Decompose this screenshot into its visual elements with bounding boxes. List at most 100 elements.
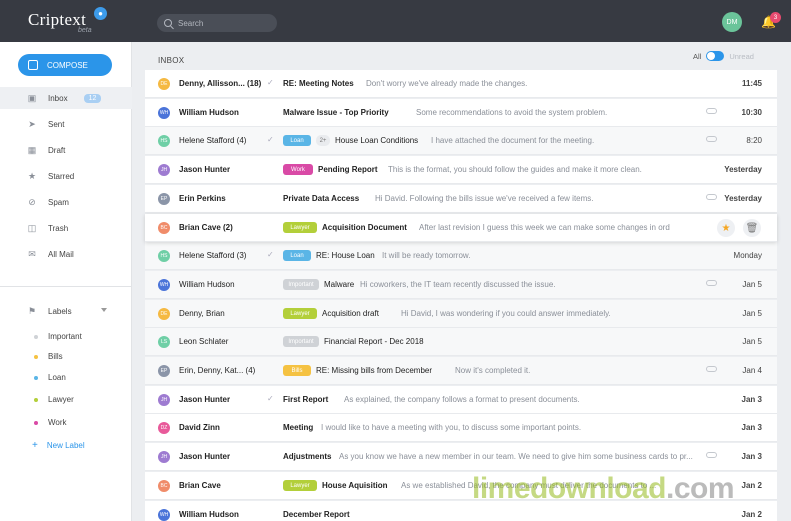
- email-subject: House Aquisition: [322, 481, 388, 490]
- delete-button[interactable]: 🗑: [743, 219, 761, 237]
- email-row[interactable]: EP Erin, Denny, Kat... (4) Bills RE: Missin…: [145, 357, 777, 385]
- sender-name: Jason Hunter: [179, 452, 231, 461]
- label-item-bills[interactable]: Bills: [34, 352, 63, 361]
- email-preview: Hi coworkers, the IT team recently discu…: [360, 280, 556, 289]
- email-row[interactable]: DE Denny, Allisson... (18) ✓ RE: Meeting No…: [145, 70, 777, 98]
- sender-avatar: BC: [158, 480, 170, 492]
- email-subject: First Report: [283, 395, 329, 404]
- top-bar: Criptext beta ● DM 🔔 3: [0, 0, 791, 42]
- attachment-icon: [706, 452, 717, 458]
- email-label-tag: Loan: [283, 135, 311, 146]
- label-item-important[interactable]: Important: [34, 332, 82, 341]
- search-input[interactable]: [178, 18, 268, 28]
- email-row[interactable]: LS Leon Schlater Important Financial Report…: [145, 328, 777, 356]
- labels-header[interactable]: ⚑ Labels: [27, 306, 72, 316]
- sender-avatar: DE: [158, 308, 170, 320]
- star-button[interactable]: ★: [717, 219, 735, 237]
- spam-icon: ⊘: [28, 197, 36, 207]
- email-row[interactable]: HS Helene Stafford (4) ✓ Loan 2+ House Loan C…: [145, 127, 777, 155]
- sidebar-item-label: All Mail: [48, 249, 74, 259]
- label-item-work[interactable]: Work: [34, 418, 67, 427]
- email-row[interactable]: WH William Hudson Malware Issue - Top Prio…: [145, 99, 777, 127]
- email-date: Jan 2: [741, 510, 762, 519]
- email-subject: RE: Meeting Notes: [283, 79, 354, 88]
- attachment-icon: [706, 136, 717, 142]
- sidebar-item-all-mail[interactable]: ✉ All Mail: [0, 243, 132, 265]
- sidebar-item-label: Draft: [48, 145, 66, 155]
- sidebar-item-sent[interactable]: ➤ Sent: [0, 113, 132, 135]
- sender-name: William Hudson: [179, 510, 239, 519]
- label-item-lawyer[interactable]: Lawyer: [34, 395, 74, 404]
- sidebar-item-draft[interactable]: ▦ Draft: [0, 139, 132, 161]
- sidebar-item-starred[interactable]: ★ Starred: [0, 165, 132, 187]
- sidebar-item-label: Sent: [48, 119, 65, 129]
- sender-name: Leon Schlater: [179, 337, 229, 346]
- email-subject: Adjustments: [283, 452, 332, 461]
- compose-button[interactable]: COMPOSE: [18, 54, 112, 76]
- search-box[interactable]: [157, 14, 277, 32]
- sender-avatar: EP: [158, 365, 170, 377]
- email-preview: Don't worry we've already made the chang…: [366, 79, 528, 88]
- sender-avatar: HS: [158, 250, 170, 262]
- sidebar-item-trash[interactable]: ◫ Trash: [0, 217, 132, 239]
- email-date: Jan 3: [741, 395, 762, 404]
- email-label-tag: Lawyer: [283, 222, 317, 233]
- email-subject: RE: Missing bills from December: [316, 366, 433, 375]
- sender-name: Erin Perkins: [179, 194, 226, 203]
- email-row[interactable]: HS Helene Stafford (3) ✓ Loan RE: House Loan…: [145, 242, 777, 270]
- email-date: Yesterday: [724, 165, 762, 174]
- new-label-link[interactable]: + New Label: [32, 440, 85, 451]
- email-subject: December Report: [283, 510, 350, 519]
- inbox-icon: ▣: [27, 93, 37, 103]
- extra-labels-count: 2+: [316, 135, 330, 146]
- replied-check-icon: ✓: [267, 135, 274, 144]
- sidebar-item-inbox[interactable]: ▣ Inbox 12: [0, 87, 132, 109]
- attachment-icon: [706, 366, 717, 372]
- email-subject: Acquisition draft: [322, 309, 379, 318]
- email-label-tag: Loan: [283, 250, 311, 261]
- email-subject: Malware Issue - Top Priority: [283, 108, 389, 117]
- email-row[interactable]: JH Jason Hunter ✓ First Report As explained,…: [145, 386, 777, 414]
- label-dot: [34, 334, 38, 339]
- sidebar-item-label: Trash: [48, 223, 69, 233]
- email-preview: It will be ready tomorrow.: [382, 251, 471, 260]
- email-subject: Meeting: [283, 423, 314, 432]
- replied-check-icon: ✓: [267, 250, 274, 259]
- email-preview: I would like to have a meeting with you,…: [321, 423, 582, 432]
- search-icon: [164, 19, 172, 27]
- tag-icon: ⚑: [27, 306, 37, 316]
- sender-name: Erin, Denny, Kat... (4): [179, 366, 256, 375]
- email-row[interactable]: JH Jason Hunter Work Pending Report This is …: [145, 156, 777, 184]
- attachment-icon: [706, 108, 717, 114]
- draft-icon: ▦: [27, 145, 37, 155]
- replied-check-icon: ✓: [267, 78, 274, 87]
- email-row[interactable]: DE Denny, Brian Lawyer Acquisition draft Hi …: [145, 300, 777, 328]
- email-row[interactable]: WH William Hudson Important Malware Hi cowor…: [145, 271, 777, 299]
- email-subject: RE: House Loan: [316, 251, 375, 260]
- email-preview: After last revision I guess this week we…: [419, 223, 670, 232]
- email-label-tag: Important: [283, 336, 319, 347]
- unread-filter[interactable]: All Unread: [693, 51, 754, 61]
- label-dot: [34, 397, 38, 402]
- email-row[interactable]: EP Erin Perkins Private Data Access Hi Davi…: [145, 185, 777, 213]
- lock-icon: ●: [94, 7, 107, 20]
- email-date: 8:20: [746, 136, 762, 145]
- sender-avatar: JH: [158, 164, 170, 176]
- email-label-tag: Work: [283, 164, 313, 175]
- star-icon: ★: [27, 171, 37, 181]
- user-avatar[interactable]: DM: [722, 12, 742, 32]
- page-title: INBOX: [158, 56, 185, 65]
- email-subject: Private Data Access: [283, 194, 360, 203]
- email-row[interactable]: BC Brian Cave (2) Lawyer Acquisition Docume…: [145, 214, 777, 242]
- new-label-text: New Label: [46, 441, 85, 450]
- label-item-loan[interactable]: Loan: [34, 373, 66, 382]
- sidebar-item-spam[interactable]: ⊘ Spam: [0, 191, 132, 213]
- email-preview: This is the format, you should follow th…: [388, 165, 642, 174]
- sender-avatar: WH: [158, 509, 170, 521]
- unread-toggle[interactable]: [706, 51, 725, 61]
- email-row[interactable]: JH Jason Hunter Adjustments As you know we …: [145, 443, 777, 471]
- chevron-down-icon[interactable]: [101, 308, 107, 312]
- email-date: Jan 5: [742, 309, 762, 318]
- sender-avatar: DZ: [158, 422, 170, 434]
- email-row[interactable]: DZ David Zinn Meeting I would like to have …: [145, 414, 777, 442]
